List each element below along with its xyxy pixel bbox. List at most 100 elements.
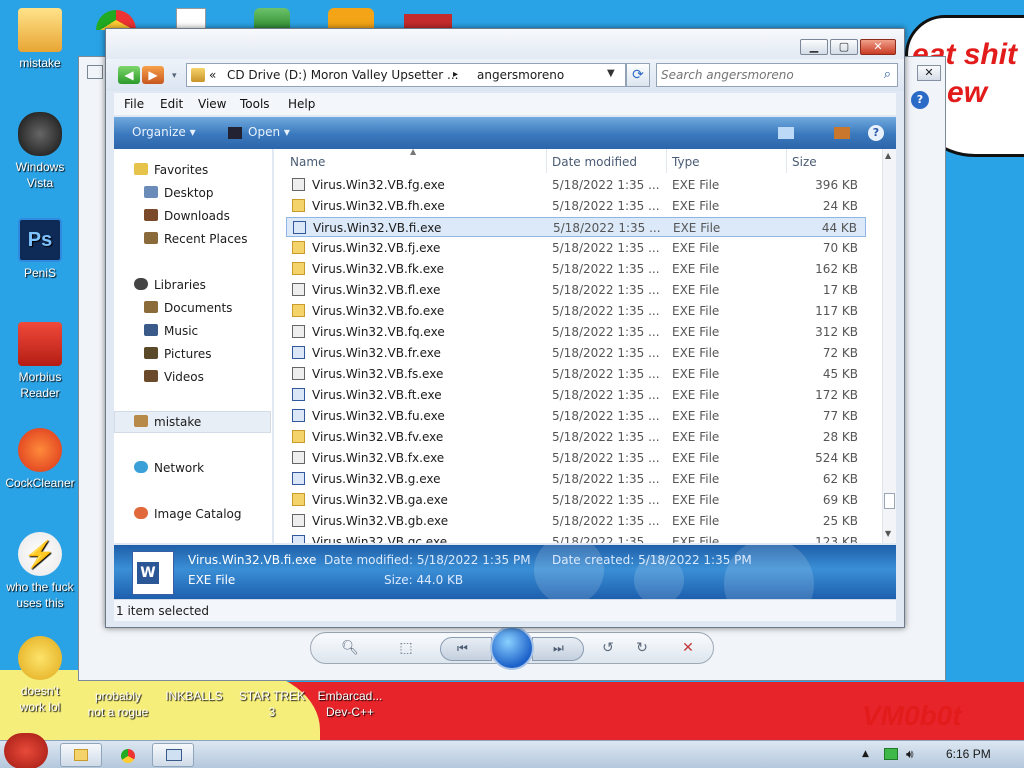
menu-tools[interactable]: Tools xyxy=(240,97,270,111)
game-desktop-icon[interactable] xyxy=(328,8,374,30)
file-row[interactable]: Virus.Win32.VB.fr.exe 5/18/2022 1:35 ... E… xyxy=(286,343,866,363)
title-bar[interactable]: ▁ ▢ ✕ xyxy=(106,29,904,59)
file-row[interactable]: Virus.Win32.VB.fj.exe 5/18/2022 1:35 ... E… xyxy=(286,238,866,258)
zoom-icon[interactable]: 🔍︎ xyxy=(340,639,360,657)
column-size[interactable]: Size xyxy=(792,155,817,169)
vertical-scrollbar[interactable]: ▲ ▼ xyxy=(882,149,896,543)
delete-icon[interactable]: ✕ xyxy=(678,639,698,657)
breadcrumb-folder[interactable]: angersmoreno xyxy=(477,68,564,82)
nav-downloads[interactable]: Downloads xyxy=(144,209,230,223)
menu-file[interactable]: File xyxy=(124,97,144,111)
minimize-button[interactable]: ▁ xyxy=(800,39,828,55)
desktop-icon-star-trek[interactable]: STAR TREK 3 xyxy=(232,688,312,720)
next-button[interactable]: ⏭ xyxy=(532,637,584,661)
file-row[interactable]: Virus.Win32.VB.fg.exe 5/18/2022 1:35 ... E… xyxy=(286,175,866,195)
help-icon[interactable]: ? xyxy=(911,91,929,109)
column-type[interactable]: Type xyxy=(672,155,700,169)
file-row[interactable]: Virus.Win32.VB.fq.exe 5/18/2022 1:35 ... E… xyxy=(286,322,866,342)
actual-size-icon[interactable]: ⬚ xyxy=(396,639,416,657)
scroll-up-icon[interactable]: ▲ xyxy=(885,151,891,160)
back-button[interactable]: ◀ xyxy=(118,66,140,84)
clock[interactable]: 6:16 PM xyxy=(946,747,991,761)
desktop-icon-who-uses-this[interactable]: ⚡ who the fuck uses this xyxy=(0,532,80,611)
refresh-button[interactable]: ⟳ xyxy=(626,63,650,87)
views-icon[interactable] xyxy=(778,127,794,139)
desktop-icon-windows-vista[interactable]: Windows Vista xyxy=(0,112,80,191)
taskbar-chrome-button[interactable] xyxy=(106,743,148,767)
rotate-left-icon[interactable]: ↺ xyxy=(598,639,618,657)
rotate-right-icon[interactable]: ↻ xyxy=(632,639,652,657)
nav-desktop[interactable]: Desktop xyxy=(144,186,214,200)
show-hidden-icons[interactable]: ▲ xyxy=(862,749,869,759)
file-row[interactable]: Virus.Win32.VB.fi.exe 5/18/2022 1:35 ... E… xyxy=(286,217,866,237)
file-row[interactable]: Virus.Win32.VB.ga.exe 5/18/2022 1:35 ... E… xyxy=(286,490,866,510)
scroll-down-icon[interactable]: ▼ xyxy=(885,529,891,538)
shield-desktop-icon[interactable] xyxy=(254,8,290,30)
taskbar-explorer-button[interactable] xyxy=(60,743,102,767)
nav-pictures[interactable]: Pictures xyxy=(144,347,212,361)
desktop-icon-mistake[interactable]: mistake xyxy=(0,8,80,71)
file-row[interactable]: Virus.Win32.VB.fl.exe 5/18/2022 1:35 ... E… xyxy=(286,280,866,300)
preview-pane-icon[interactable] xyxy=(834,127,850,139)
breadcrumb-overflow[interactable]: « xyxy=(209,68,216,82)
start-button[interactable] xyxy=(4,733,48,768)
column-date-modified[interactable]: Date modified xyxy=(552,155,637,169)
menu-edit[interactable]: Edit xyxy=(160,97,183,111)
close-button[interactable]: ✕ xyxy=(860,39,896,55)
menu-help[interactable]: Help xyxy=(288,97,315,111)
help-icon[interactable]: ? xyxy=(868,125,884,141)
file-row[interactable]: Virus.Win32.VB.fo.exe 5/18/2022 1:35 ... E… xyxy=(286,301,866,321)
explorer-window[interactable]: ▁ ▢ ✕ ◀ ▶ ▾ « CD Drive (D:) Moron Valley… xyxy=(105,28,905,628)
desktop-icon-morbius-reader[interactable]: Morbius Reader xyxy=(0,322,80,401)
address-dropdown-icon[interactable]: ▼ xyxy=(607,68,615,79)
desktop-icon-not-a-rogue[interactable]: probably not a rogue xyxy=(78,688,158,720)
desktop-icon-devcpp[interactable]: Embarcad... Dev-C++ xyxy=(310,688,390,720)
column-divider[interactable] xyxy=(546,149,547,173)
file-row[interactable]: Virus.Win32.VB.fk.exe 5/18/2022 1:35 ... E… xyxy=(286,259,866,279)
nav-favorites[interactable]: Favorites xyxy=(134,163,208,177)
file-row[interactable]: Virus.Win32.VB.fh.exe 5/18/2022 1:35 ... E… xyxy=(286,196,866,216)
nav-user-mistake[interactable]: mistake xyxy=(134,415,201,429)
network-tray-icon[interactable] xyxy=(884,748,898,760)
nav-documents[interactable]: Documents xyxy=(144,301,232,315)
column-name[interactable]: Name xyxy=(290,155,325,169)
file-row[interactable]: Virus.Win32.VB.g.exe 5/18/2022 1:35 ... EX… xyxy=(286,469,866,489)
desktop-icon-penis[interactable]: Ps PeniS xyxy=(0,218,80,281)
nav-network[interactable]: Network xyxy=(134,461,204,475)
file-row[interactable]: Virus.Win32.VB.fv.exe 5/18/2022 1:35 ... E… xyxy=(286,427,866,447)
desktop-icon-cockcleaner[interactable]: CockCleaner xyxy=(0,428,80,491)
solitaire-desktop-icon[interactable] xyxy=(176,8,206,30)
nav-recent-places[interactable]: Recent Places xyxy=(144,232,247,246)
file-row[interactable]: Virus.Win32.VB.fs.exe 5/18/2022 1:35 ... E… xyxy=(286,364,866,384)
column-divider[interactable] xyxy=(786,149,787,173)
breadcrumb-drive[interactable]: CD Drive (D:) Moron Valley Upsetter ... xyxy=(227,68,458,82)
nav-image-catalog[interactable]: Image Catalog xyxy=(134,507,241,521)
recent-pages-dropdown[interactable]: ▾ xyxy=(172,71,177,81)
column-divider[interactable] xyxy=(666,149,667,173)
maximize-button[interactable]: ▢ xyxy=(830,39,858,55)
organize-button[interactable]: Organize ▾ xyxy=(132,125,196,139)
search-icon[interactable]: ⌕ xyxy=(884,67,891,82)
file-row[interactable]: Virus.Win32.VB.gc.exe 5/18/2022 1:35 ... E… xyxy=(286,532,866,543)
search-input[interactable] xyxy=(661,67,861,83)
file-row[interactable]: Virus.Win32.VB.gb.exe 5/18/2022 1:35 ... E… xyxy=(286,511,866,531)
file-row[interactable]: Virus.Win32.VB.fx.exe 5/18/2022 1:35 ... E… xyxy=(286,448,866,468)
nav-libraries[interactable]: Libraries xyxy=(134,278,206,292)
volume-icon[interactable]: 🔊︎ xyxy=(906,747,914,762)
slideshow-button[interactable] xyxy=(490,626,534,670)
viewer-close-button[interactable]: ✕ xyxy=(917,65,941,81)
file-row[interactable]: Virus.Win32.VB.ft.exe 5/18/2022 1:35 ... E… xyxy=(286,385,866,405)
previous-button[interactable]: ⏮ xyxy=(440,637,492,661)
forward-button[interactable]: ▶ xyxy=(142,66,164,84)
search-box[interactable]: ⌕ xyxy=(656,63,898,87)
nav-videos[interactable]: Videos xyxy=(144,370,204,384)
desktop-icon-inkballs[interactable]: INKBALLS xyxy=(154,688,234,704)
file-row[interactable]: Virus.Win32.VB.fu.exe 5/18/2022 1:35 ... E… xyxy=(286,406,866,426)
nav-music[interactable]: Music xyxy=(144,324,198,338)
desktop-icon-doesnt-work[interactable]: doesn't work lol xyxy=(0,636,80,715)
address-bar[interactable]: « CD Drive (D:) Moron Valley Upsetter ..… xyxy=(186,63,626,87)
open-button[interactable]: Open ▾ xyxy=(248,125,290,139)
taskbar-viewer-button[interactable] xyxy=(152,743,194,767)
menu-view[interactable]: View xyxy=(198,97,226,111)
breadcrumb-separator-icon[interactable]: ▸ xyxy=(453,69,458,80)
